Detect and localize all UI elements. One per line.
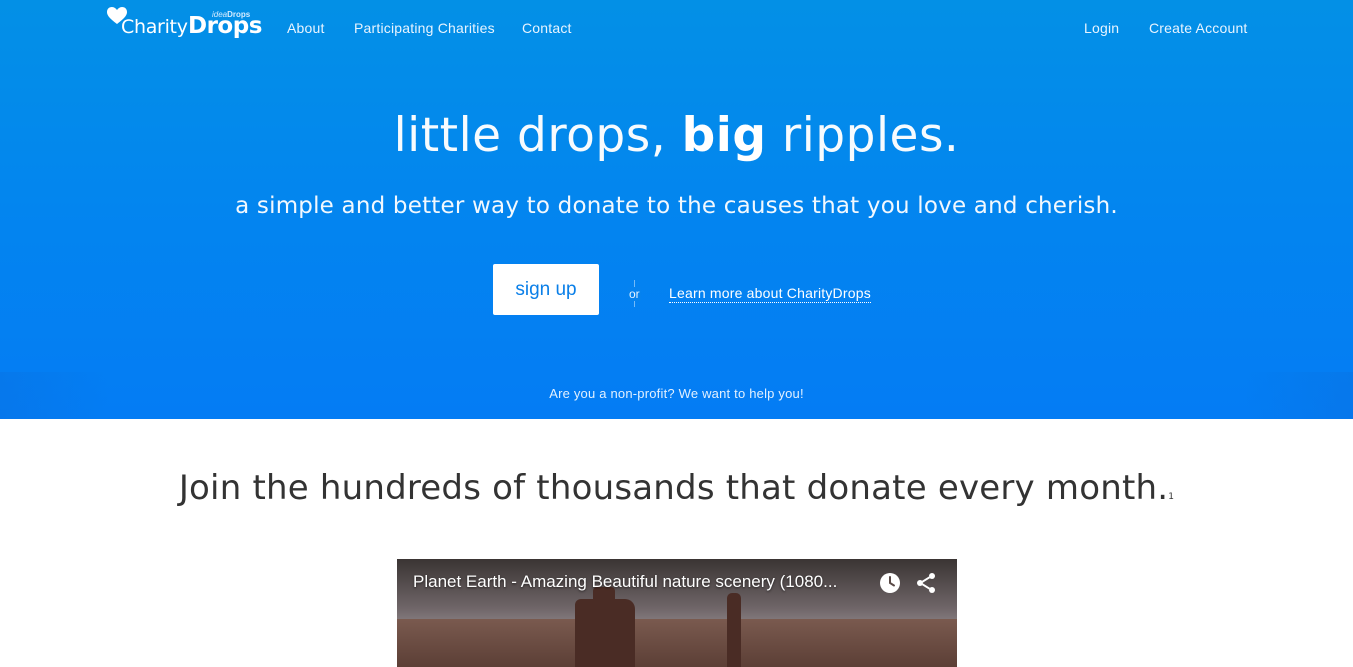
nav-contact[interactable]: Contact bbox=[522, 20, 572, 36]
or-label: or bbox=[628, 287, 641, 301]
video-thumbnail-mesa bbox=[397, 619, 957, 667]
charitydrops-logo[interactable]: Charity Drops ideaDrops bbox=[107, 7, 262, 41]
logo-subtext-drops: Drops bbox=[227, 10, 251, 19]
nav-create-account[interactable]: Create Account bbox=[1149, 20, 1248, 36]
learn-more-link[interactable]: Learn more about CharityDrops bbox=[669, 285, 871, 303]
share-icon[interactable] bbox=[914, 571, 938, 595]
video-thumbnail-rock bbox=[575, 599, 635, 667]
logo-subtext-idea: idea bbox=[212, 10, 228, 19]
nav-about[interactable]: About bbox=[287, 20, 325, 36]
logo-text-charity: Charity bbox=[121, 16, 188, 38]
headline-part-1: little drops, bbox=[393, 108, 682, 163]
nav-participating-charities[interactable]: Participating Charities bbox=[354, 20, 495, 36]
nav-login[interactable]: Login bbox=[1084, 20, 1119, 36]
headline-bold-word: big bbox=[681, 108, 767, 163]
nonprofit-callout: Are you a non-profit? We want to help yo… bbox=[0, 386, 1353, 401]
hero-subheadline: a simple and better way to donate to the… bbox=[235, 193, 1118, 219]
sign-up-button[interactable]: sign up bbox=[493, 264, 599, 315]
hero-section: Charity Drops ideaDrops About Participat… bbox=[0, 0, 1353, 419]
video-thumbnail-spire bbox=[727, 593, 741, 667]
join-footnote-marker[interactable]: 1 bbox=[1168, 492, 1174, 502]
join-heading-text: Join the hundreds of thousands that dona… bbox=[178, 468, 1169, 508]
headline-part-3: ripples. bbox=[766, 108, 960, 163]
join-heading: Join the hundreds of thousands that dona… bbox=[0, 468, 1353, 508]
clock-icon[interactable] bbox=[878, 571, 902, 595]
video-title[interactable]: Planet Earth - Amazing Beautiful nature … bbox=[413, 572, 837, 592]
nonprofit-link[interactable]: Are you a non-profit? We want to help yo… bbox=[549, 386, 804, 401]
logo-subtext: ideaDrops bbox=[212, 10, 250, 19]
embedded-video-player[interactable]: Planet Earth - Amazing Beautiful nature … bbox=[397, 559, 957, 667]
hero-headline: little drops, big ripples. bbox=[0, 108, 1353, 163]
